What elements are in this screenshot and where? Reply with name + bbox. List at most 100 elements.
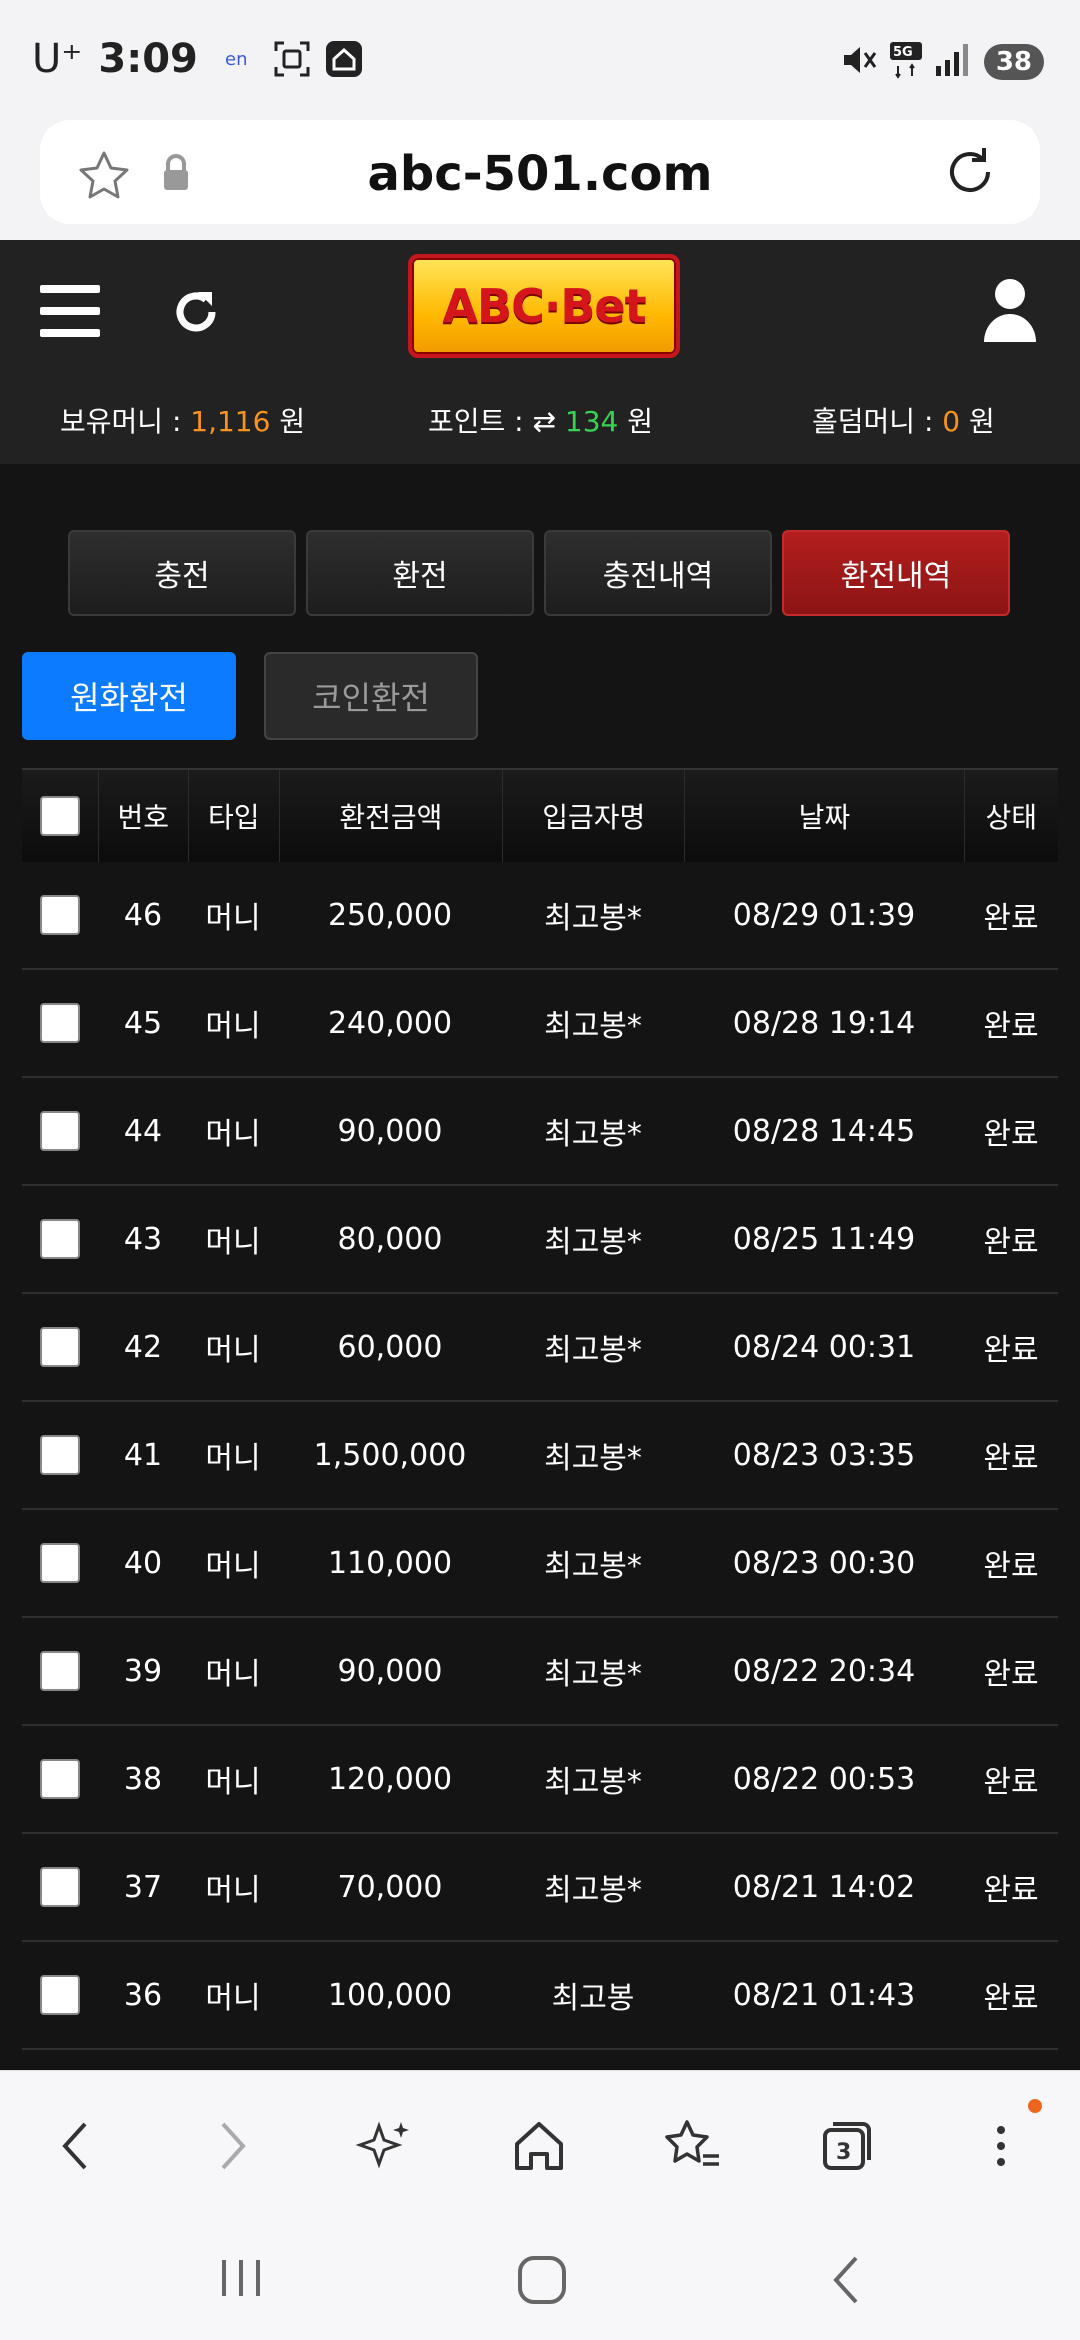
carrier-label: U⁺ — [32, 36, 83, 82]
sub-tabs: 원화환전 코인환전 — [22, 652, 506, 740]
row-type: 머니 — [205, 1765, 261, 1800]
table-row[interactable]: 46 머니 250,000 최고봉* 08/29 01:39 완료 — [22, 862, 1058, 970]
subtab-krw-withdraw[interactable]: 원화환전 — [22, 652, 236, 740]
row-status: 완료 — [983, 1009, 1039, 1044]
subtab-coin-withdraw[interactable]: 코인환전 — [264, 652, 478, 740]
row-amount: 100,000 — [327, 1977, 453, 2013]
header-number: 번호 — [99, 770, 190, 862]
row-date: 08/22 20:34 — [732, 1653, 916, 1689]
home-icon[interactable] — [504, 2111, 574, 2181]
bookmarks-icon[interactable] — [658, 2111, 728, 2181]
row-amount: 60,000 — [337, 1329, 443, 1365]
table-row[interactable]: 41 머니 1,500,000 최고봉* 08/23 03:35 완료 — [22, 1402, 1058, 1510]
row-number: 46 — [123, 897, 163, 933]
system-home-icon[interactable] — [514, 2248, 570, 2312]
row-type: 머니 — [205, 1981, 261, 2016]
notification-dot — [1028, 2099, 1042, 2113]
ai-sparkle-icon[interactable] — [350, 2111, 420, 2181]
row-status: 완료 — [983, 1873, 1039, 1908]
back-icon[interactable] — [40, 2111, 110, 2181]
table-row[interactable]: 36 머니 100,000 최고봉 08/21 01:43 완료 — [22, 1942, 1058, 2050]
withdraw-history-table: 번호 타입 환전금액 입금자명 날짜 상태 46 머니 250,000 최고봉* 08/… — [22, 768, 1058, 2050]
tab-withdraw[interactable]: 환전 — [306, 530, 534, 616]
header-depositor: 입금자명 — [503, 770, 686, 862]
tab-charge[interactable]: 충전 — [68, 530, 296, 616]
row-amount: 250,000 — [327, 897, 453, 933]
row-depositor: 최고봉* — [544, 1117, 642, 1152]
table-row[interactable]: 39 머니 90,000 최고봉* 08/22 20:34 완료 — [22, 1618, 1058, 1726]
row-type: 머니 — [205, 1009, 261, 1044]
row-amount: 1,500,000 — [313, 1437, 467, 1473]
holdem-balance: 홀덤머니 : 0 원 — [812, 405, 995, 438]
header-date: 날짜 — [685, 770, 965, 862]
address-bar[interactable]: abc-501.com — [40, 120, 1040, 224]
tab-charge-history[interactable]: 충전내역 — [544, 530, 772, 616]
row-depositor: 최고봉* — [544, 1657, 642, 1692]
row-checkbox[interactable] — [40, 1435, 80, 1475]
row-checkbox[interactable] — [40, 1975, 80, 2015]
tab-withdraw-history[interactable]: 환전내역 — [782, 530, 1010, 616]
header-type: 타입 — [189, 770, 280, 862]
row-checkbox[interactable] — [40, 1651, 80, 1691]
table-row[interactable]: 43 머니 80,000 최고봉* 08/25 11:49 완료 — [22, 1186, 1058, 1294]
reload-icon[interactable] — [940, 142, 1000, 206]
row-checkbox[interactable] — [40, 1327, 80, 1367]
site-header: ABC·Bet 보유머니 : 1,116 원 포인트 : ⇄ 134 원 홀덤머… — [0, 240, 1080, 464]
row-type: 머니 — [205, 901, 261, 936]
row-status: 완료 — [983, 1225, 1039, 1260]
row-amount: 90,000 — [337, 1113, 443, 1149]
recents-icon[interactable] — [216, 2248, 266, 2312]
table-row[interactable]: 37 머니 70,000 최고봉* 08/21 14:02 완료 — [22, 1834, 1058, 1942]
browser-bottom-bar: 3 — [0, 2070, 1080, 2219]
site-logo[interactable]: ABC·Bet — [408, 254, 680, 358]
row-checkbox[interactable] — [40, 1543, 80, 1583]
browser-toolbar: abc-501.com — [0, 120, 1080, 240]
row-checkbox[interactable] — [40, 895, 80, 935]
select-all-checkbox[interactable] — [39, 796, 80, 836]
row-amount: 80,000 — [337, 1221, 443, 1257]
row-date: 08/28 14:45 — [732, 1113, 916, 1149]
table-body: 46 머니 250,000 최고봉* 08/29 01:39 완료 45 머니 240,000 최… — [22, 862, 1058, 2050]
forward-icon[interactable] — [198, 2111, 268, 2181]
table-row[interactable]: 45 머니 240,000 최고봉* 08/28 19:14 완료 — [22, 970, 1058, 1078]
table-row[interactable]: 38 머니 120,000 최고봉* 08/22 00:53 완료 — [22, 1726, 1058, 1834]
header-status: 상태 — [985, 801, 1038, 834]
row-type: 머니 — [205, 1333, 261, 1368]
row-checkbox[interactable] — [40, 1003, 80, 1043]
system-back-icon[interactable] — [826, 2248, 866, 2312]
row-date: 08/23 03:35 — [732, 1437, 916, 1473]
row-amount: 70,000 — [337, 1869, 443, 1905]
table-row[interactable]: 42 머니 60,000 최고봉* 08/24 00:31 완료 — [22, 1294, 1058, 1402]
money-balance: 보유머니 : 1,116 원 — [60, 405, 306, 438]
row-date: 08/22 00:53 — [732, 1761, 916, 1797]
row-depositor: 최고봉* — [544, 1549, 642, 1584]
row-status: 완료 — [983, 1549, 1039, 1584]
row-depositor: 최고봉* — [544, 1441, 642, 1476]
row-date: 08/29 01:39 — [732, 897, 916, 933]
menu-icon[interactable] — [966, 2111, 1036, 2181]
row-amount: 240,000 — [327, 1005, 453, 1041]
row-type: 머니 — [205, 1873, 261, 1908]
user-profile-icon[interactable] — [980, 276, 1040, 348]
row-number: 40 — [123, 1545, 163, 1581]
row-status: 완료 — [983, 1765, 1039, 1800]
mute-icon — [838, 40, 878, 84]
header-amount: 환전금액 — [280, 770, 504, 862]
row-checkbox[interactable] — [40, 1219, 80, 1259]
table-header: 번호 타입 환전금액 입금자명 날짜 상태 — [22, 768, 1058, 862]
row-depositor: 최고봉* — [544, 1225, 642, 1260]
tabs-icon[interactable]: 3 — [812, 2111, 882, 2181]
row-number: 42 — [123, 1329, 163, 1365]
row-checkbox[interactable] — [40, 1111, 80, 1151]
table-row[interactable]: 44 머니 90,000 최고봉* 08/28 14:45 완료 — [22, 1078, 1058, 1186]
row-date: 08/23 00:30 — [732, 1545, 916, 1581]
row-depositor: 최고봉 — [551, 1981, 635, 2016]
row-checkbox[interactable] — [40, 1759, 80, 1799]
point-balance[interactable]: 포인트 : ⇄ 134 원 — [428, 400, 653, 440]
row-number: 37 — [123, 1869, 163, 1905]
row-type: 머니 — [205, 1549, 261, 1584]
refresh-icon[interactable] — [168, 284, 224, 344]
table-row[interactable]: 40 머니 110,000 최고봉* 08/23 00:30 완료 — [22, 1510, 1058, 1618]
row-checkbox[interactable] — [40, 1867, 80, 1907]
hamburger-menu-icon[interactable] — [40, 285, 100, 341]
